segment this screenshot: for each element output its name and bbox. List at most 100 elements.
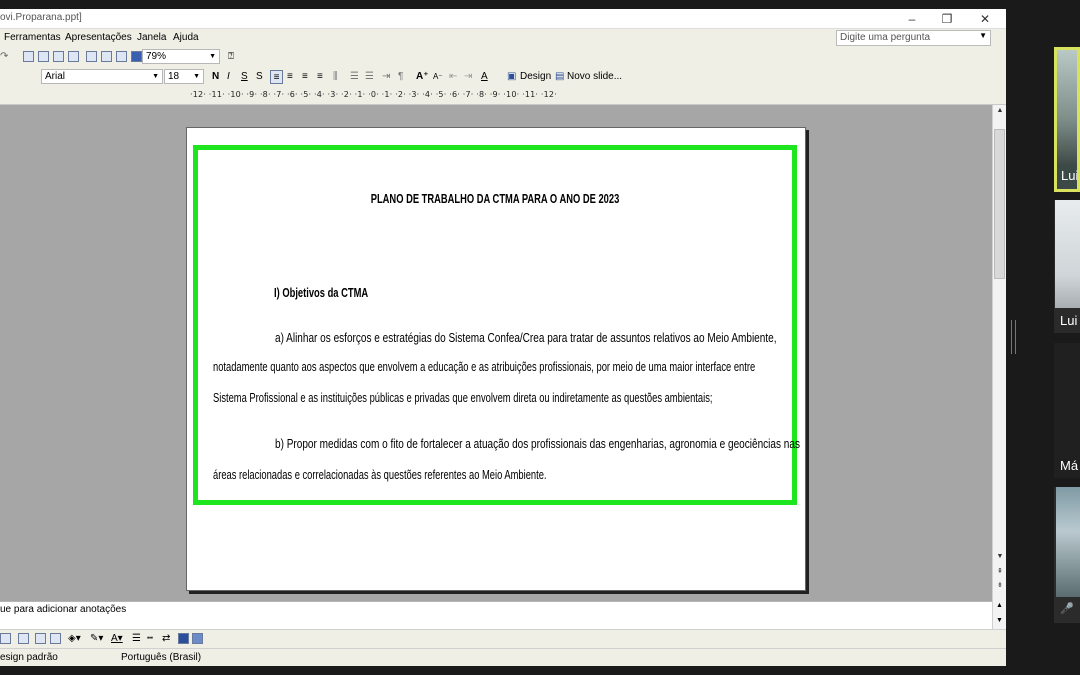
notes-placeholder: ue para adicionar anotações (0, 604, 127, 615)
new-slide-button[interactable]: Novo slide... (567, 70, 622, 84)
arrow-style-icon[interactable]: ⇄ (162, 632, 170, 646)
decrease-font-icon[interactable]: A⁻ (433, 70, 443, 84)
underline-button[interactable]: S (241, 70, 248, 84)
scroll-up-icon[interactable]: ▲ (995, 107, 1005, 117)
chevron-down-icon[interactable]: ▼ (209, 50, 216, 63)
color-grayscale-icon[interactable] (131, 51, 142, 62)
slide-editing-area: PLANO DE TRABALHO DA CTMA PARA O ANO DE … (0, 105, 992, 601)
notes-scrollbar[interactable]: ▲ ▼ (992, 601, 1006, 629)
paragraph-a-line-3: Sistema Profissional e as instituições p… (213, 390, 713, 405)
participant-tile[interactable]: Lui (1054, 47, 1080, 192)
participant-tile[interactable]: 🎤 (1054, 487, 1080, 623)
align-right-icon[interactable]: ≡ (302, 70, 308, 84)
columns-icon[interactable]: ⫼ (333, 70, 338, 84)
shadow-style-icon[interactable] (178, 633, 189, 644)
participant-name: Lui (1060, 313, 1078, 328)
line-color-icon[interactable]: ✎▾ (90, 632, 103, 646)
show-formatting-icon[interactable] (101, 51, 112, 62)
hyperlink-icon[interactable] (68, 51, 79, 62)
clipart-icon[interactable] (35, 633, 46, 644)
justify-icon[interactable]: ≡ (317, 70, 323, 84)
close-button[interactable]: ✕ (970, 10, 1000, 28)
ask-question-box[interactable]: Digite uma pergunta ▼ (836, 30, 991, 46)
insert-table-icon[interactable] (38, 51, 49, 62)
chevron-down-icon[interactable]: ▼ (193, 70, 200, 83)
design-button[interactable]: Design (520, 70, 551, 84)
picture-icon[interactable] (50, 633, 61, 644)
paragraph-a-line-1: a) Alinhar os esforços e estratégias do … (275, 330, 777, 345)
insert-chart-icon[interactable] (23, 51, 34, 62)
powerpoint-window: ovi.Proparana.ppt] ‒ ❐ ✕ Ferramentas Apr… (0, 9, 1006, 666)
menu-ajuda[interactable]: Ajuda (173, 32, 199, 43)
vertical-scrollbar[interactable]: ▲ ▼ ⇞ ⇟ (992, 105, 1006, 601)
slide-canvas[interactable]: PLANO DE TRABALHO DA CTMA PARA O ANO DE … (186, 127, 806, 591)
menu-bar: Ferramentas Apresentações Janela Ajuda D… (0, 29, 1006, 47)
increase-font-icon[interactable]: A⁺ (416, 70, 429, 84)
bullets-icon[interactable]: ☰ (365, 70, 374, 84)
zoom-value: 79% (146, 51, 167, 62)
participant-video (1055, 200, 1080, 308)
participant-tile[interactable]: Má (1054, 343, 1080, 478)
next-slide-icon[interactable]: ⇟ (995, 581, 1005, 591)
chevron-down-icon[interactable]: ▼ (152, 70, 159, 83)
slide-heading: I) Objetivos da CTMA (274, 285, 369, 300)
dash-style-icon[interactable]: ┅ (147, 632, 153, 646)
participant-name: Lui (1061, 168, 1079, 183)
font-size-select[interactable]: 18 ▼ (164, 69, 204, 84)
fill-color-icon[interactable]: ◈▾ (68, 632, 81, 646)
expand-icon[interactable] (86, 51, 97, 62)
status-design: esign padrão (0, 652, 58, 663)
align-left-icon[interactable]: ≡ (270, 70, 283, 84)
text-direction-icon[interactable]: ¶ (398, 70, 403, 84)
menu-apresentacoes[interactable]: Apresentações (65, 32, 132, 43)
tables-borders-icon[interactable] (53, 51, 64, 62)
participant-name: Má (1060, 458, 1079, 473)
italic-button[interactable]: I (227, 70, 230, 84)
ask-question-text: Digite uma pergunta (840, 32, 931, 43)
slide-text-frame[interactable]: PLANO DE TRABALHO DA CTMA PARA O ANO DE … (193, 145, 800, 505)
font-size-value: 18 (168, 71, 180, 82)
status-language: Português (Brasil) (121, 652, 202, 663)
redo-icon[interactable]: ↷ (0, 50, 8, 64)
participant-video (1057, 50, 1077, 165)
font-color-icon[interactable]: A▾ (111, 632, 123, 646)
screen: ovi.Proparana.ppt] ‒ ❐ ✕ Ferramentas Apr… (0, 0, 1080, 675)
previous-slide-icon[interactable]: ⇞ (995, 567, 1005, 577)
shadow-button[interactable]: S (256, 70, 263, 84)
scroll-down-icon[interactable]: ▼ (996, 617, 1003, 624)
increase-indent-icon[interactable]: ⇥ (464, 70, 472, 84)
chevron-down-icon[interactable]: ▼ (979, 31, 987, 40)
minimize-button[interactable]: ‒ (897, 10, 927, 28)
zoom-select[interactable]: 79% ▼ (142, 49, 220, 64)
design-icon[interactable]: ▣ (507, 70, 516, 84)
grid-icon[interactable] (116, 51, 127, 62)
title-bar: ovi.Proparana.ppt] ‒ ❐ ✕ (0, 9, 1006, 29)
paragraph-b-line-2: áreas relacionadas e correlacionadas às … (213, 467, 547, 482)
font-color-icon[interactable]: A (481, 70, 488, 84)
diagram-icon[interactable] (18, 633, 29, 644)
panel-resize-handle[interactable] (1011, 320, 1016, 354)
participant-tile[interactable]: Lui (1054, 200, 1080, 333)
align-center-icon[interactable]: ≡ (287, 70, 293, 84)
help-icon[interactable]: ⍰ (228, 50, 234, 64)
status-bar: esign padrão Português (Brasil) (0, 648, 1006, 666)
paragraph-b-line-1: b) Propor medidas com o fito de fortalec… (275, 436, 800, 451)
menu-ferramentas[interactable]: Ferramentas (4, 32, 61, 43)
line-style-icon[interactable]: ☰ (132, 632, 141, 646)
decrease-indent-icon[interactable]: ⇤ (449, 70, 457, 84)
scroll-thumb[interactable] (994, 129, 1005, 279)
scroll-down-icon[interactable]: ▼ (995, 553, 1005, 563)
scroll-up-icon[interactable]: ▲ (996, 602, 1003, 609)
3d-style-icon[interactable] (192, 633, 203, 644)
indent-icon[interactable]: ⇥ (382, 70, 390, 84)
restore-button[interactable]: ❐ (932, 10, 962, 28)
menu-janela[interactable]: Janela (137, 32, 166, 43)
mic-muted-icon: 🎤 (1060, 603, 1074, 615)
bold-button[interactable]: N (212, 70, 219, 84)
line-icon[interactable] (0, 633, 11, 644)
new-slide-icon[interactable]: ▤ (555, 70, 564, 84)
notes-pane[interactable]: ue para adicionar anotações (0, 601, 992, 629)
standard-toolbar: ↷ 79% ▼ ⍰ (0, 47, 1006, 67)
font-name-select[interactable]: Arial ▼ (41, 69, 163, 84)
numbering-icon[interactable]: ☰ (350, 70, 359, 84)
